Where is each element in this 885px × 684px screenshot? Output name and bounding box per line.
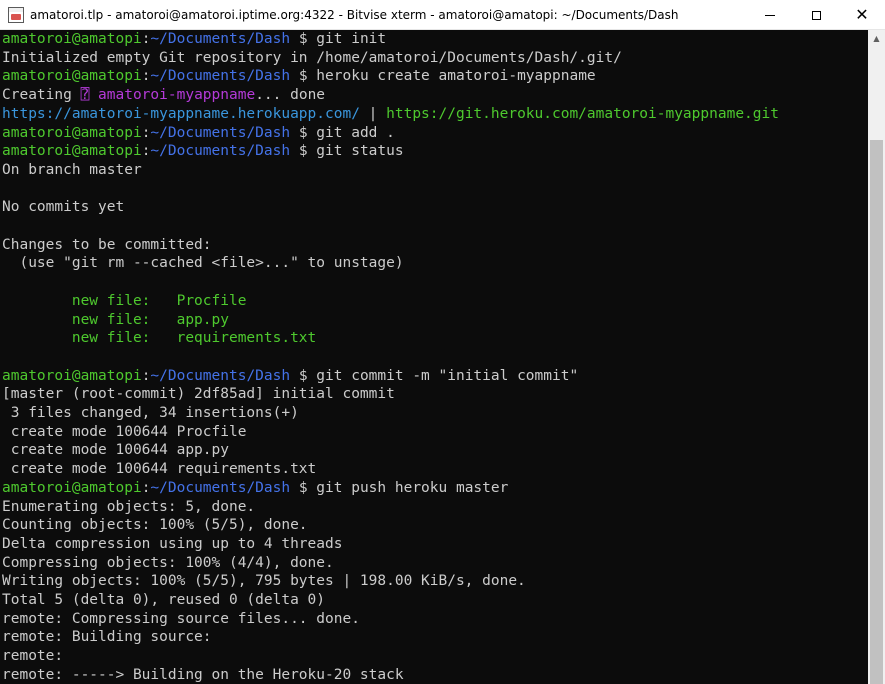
terminal-text: create mode 100644 app.py: [2, 442, 229, 459]
terminal-text: new file: requirements.txt: [2, 330, 317, 347]
terminal-text: remote:: [2, 648, 64, 665]
terminal-line: amatoroi@amatopi:~/Documents/Dash $ git …: [2, 124, 395, 143]
terminal-line: new file: Procfile: [2, 292, 247, 311]
terminal-text: Counting objects: 100% (5/5), done.: [2, 517, 308, 534]
terminal-line: Initialized empty Git repository in /hom…: [2, 49, 622, 68]
terminal-text: ... done: [255, 87, 326, 104]
terminal-line: amatoroi@amatopi:~/Documents/Dash $ git …: [2, 142, 404, 161]
terminal-text: $ git push heroku master: [290, 479, 509, 496]
terminal-line: On branch master: [2, 161, 142, 180]
terminal-line: (use "git rm --cached <file>..." to unst…: [2, 254, 404, 273]
terminal-text: Total 5 (delta 0), reused 0 (delta 0): [2, 592, 326, 608]
terminal-line: remote:: [2, 647, 63, 666]
terminal-text: remote: Compressing source files... done…: [2, 610, 360, 627]
terminal-line: create mode 100644 app.py: [2, 441, 229, 460]
terminal-text: ~/Documents/Dash: [150, 479, 291, 496]
terminal-text: amatoroi@amatopi: [2, 367, 142, 384]
terminal-line: create mode 100644 Procfile: [2, 423, 247, 442]
terminal-text: |: [359, 105, 387, 122]
terminal-line: Writing objects: 100% (5/5), 795 bytes |…: [2, 572, 526, 591]
terminal-line: Delta compression using up to 4 threads: [2, 535, 342, 554]
terminal-text: new file: app.py: [2, 311, 229, 328]
terminal-output[interactable]: amatoroi@amatopi:~/Documents/Dash $ git …: [0, 30, 868, 684]
close-icon: ✕: [855, 5, 869, 24]
terminal-text: Initialized empty Git repository in /hom…: [2, 49, 622, 66]
terminal-text: https://amatoroi-myappname.herokuapp.com…: [2, 105, 360, 122]
terminal-line: Creating ⍰ amatoroi-myappname... done: [2, 86, 325, 105]
terminal-text: remote: -----> Building on the Heroku-20…: [2, 666, 404, 683]
terminal-text: create mode 100644 requirements.txt: [2, 461, 317, 478]
terminal-text: ~/Documents/Dash: [150, 367, 291, 384]
terminal-text: $ git commit -m "initial commit": [290, 367, 579, 384]
terminal-line: amatoroi@amatopi:~/Documents/Dash $ git …: [2, 479, 508, 498]
terminal-text: On branch master: [2, 161, 142, 178]
terminal-line: remote: Building source:: [2, 628, 212, 647]
terminal-line: remote: -----> Building on the Heroku-20…: [2, 666, 404, 684]
terminal-line: Enumerating objects: 5, done.: [2, 498, 255, 517]
terminal-line: amatoroi@amatopi:~/Documents/Dash $ git …: [2, 367, 578, 386]
terminal-text: remote: Building source:: [2, 629, 212, 646]
terminal-text: ~/Documents/Dash: [150, 124, 291, 141]
terminal-text: new file: Procfile: [2, 292, 247, 309]
bitvise-terminal-icon[interactable]: [8, 7, 24, 23]
terminal-text: https://git.heroku.com/amatoroi-myappnam…: [386, 105, 779, 122]
terminal-line: new file: requirements.txt: [2, 329, 316, 348]
terminal-text: Enumerating objects: 5, done.: [2, 498, 256, 515]
terminal-text: ~/Documents/Dash: [150, 31, 291, 47]
title-bar[interactable]: amatoroi.tlp - amatoroi@amatoroi.iptime.…: [0, 0, 885, 30]
terminal-text: 3 files changed, 34 insertions(+): [2, 405, 299, 421]
terminal-line: Changes to be committed:: [2, 236, 212, 255]
terminal-text: (use "git rm --cached <file>..." to unst…: [2, 255, 404, 272]
terminal-text: create mode 100644 Procfile: [2, 423, 247, 440]
terminal-line: Counting objects: 100% (5/5), done.: [2, 516, 308, 535]
terminal-text: $ git add .: [290, 124, 395, 141]
terminal-line: amatoroi@amatopi:~/Documents/Dash $ hero…: [2, 67, 596, 86]
terminal-text: No commits yet: [2, 199, 125, 216]
maximize-button[interactable]: [793, 0, 839, 30]
terminal-text: Changes to be committed:: [2, 236, 212, 253]
terminal-text: Compressing objects: 100% (4/4), done.: [2, 554, 334, 571]
terminal-text: Creating: [2, 87, 81, 104]
minimize-button[interactable]: [747, 0, 793, 30]
terminal-line: 3 files changed, 34 insertions(+): [2, 404, 299, 423]
xterm-window: amatoroi.tlp - amatoroi@amatoroi.iptime.…: [0, 0, 885, 684]
window-title: amatoroi.tlp - amatoroi@amatoroi.iptime.…: [30, 8, 679, 22]
terminal-line: No commits yet: [2, 198, 124, 217]
close-button[interactable]: ✕: [839, 0, 885, 30]
terminal-text: Delta compression using up to 4 threads: [2, 535, 343, 552]
terminal-line: Total 5 (delta 0), reused 0 (delta 0): [2, 591, 325, 610]
terminal-text: ⍰ amatoroi-myappname: [80, 87, 256, 104]
minimize-icon: [765, 14, 775, 16]
terminal-text: amatoroi@amatopi: [2, 124, 142, 141]
scroll-up-icon[interactable]: ▲: [868, 30, 885, 47]
terminal-line: new file: app.py: [2, 311, 229, 330]
scrollbar-thumb[interactable]: [870, 140, 883, 684]
terminal-line: [master (root-commit) 2df85ad] initial c…: [2, 385, 395, 404]
terminal-text: $ git status: [290, 143, 404, 160]
terminal-text: [master (root-commit) 2df85ad] initial c…: [2, 386, 395, 403]
terminal-text: amatoroi@amatopi: [2, 143, 142, 160]
terminal-text: $ heroku create amatoroi-myappname: [290, 68, 596, 85]
terminal-line: amatoroi@amatopi:~/Documents/Dash $ git …: [2, 30, 386, 49]
terminal-text: Writing objects: 100% (5/5), 795 bytes |…: [2, 573, 526, 590]
terminal-text: $ git init: [290, 31, 387, 47]
vertical-scrollbar[interactable]: ▲: [868, 30, 885, 684]
terminal-line: https://amatoroi-myappname.herokuapp.com…: [2, 105, 779, 124]
terminal-line: Compressing objects: 100% (4/4), done.: [2, 554, 334, 573]
maximize-icon: [811, 10, 821, 20]
terminal-text: ~/Documents/Dash: [150, 143, 291, 160]
terminal-text: amatoroi@amatopi: [2, 479, 142, 496]
terminal-line: create mode 100644 requirements.txt: [2, 460, 317, 479]
terminal-text: ~/Documents/Dash: [150, 68, 291, 85]
terminal-text: amatoroi@amatopi: [2, 31, 142, 47]
terminal-line: remote: Compressing source files... done…: [2, 610, 360, 629]
terminal-text: amatoroi@amatopi: [2, 68, 142, 85]
